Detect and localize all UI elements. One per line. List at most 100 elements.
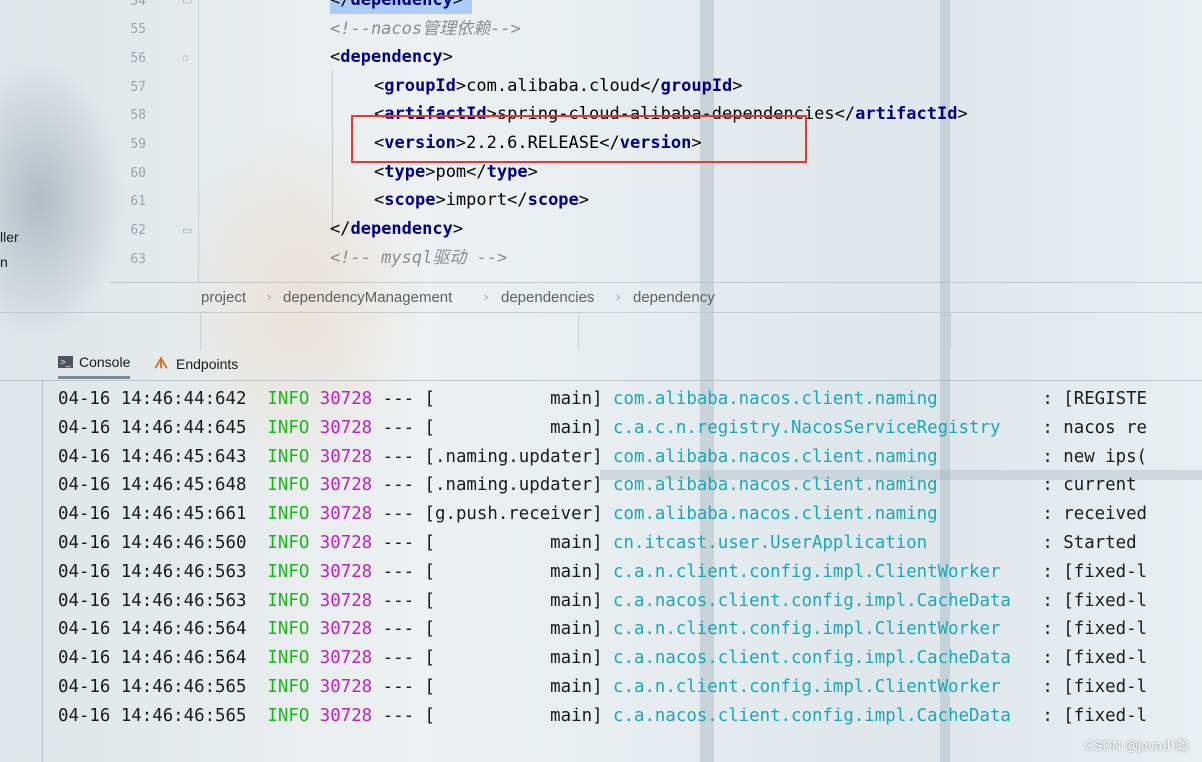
divider — [578, 313, 579, 349]
code-line-57[interactable]: <groupId>com.alibaba.cloud</groupId> — [374, 72, 743, 101]
console-log-line[interactable]: 04-16 14:46:44:642 INFO 30728 --- [ main… — [58, 385, 1147, 414]
log-message: : [fixed-l — [1042, 619, 1148, 640]
line-number: 58 — [130, 108, 146, 123]
log-message: : [fixed-l — [1042, 677, 1148, 697]
log-logger: c.a.nacos.client.config.impl.CacheData — [613, 705, 1032, 726]
log-level: INFO — [267, 504, 310, 525]
log-separator: --- — [382, 475, 415, 496]
console-icon: >_ — [58, 356, 73, 368]
log-separator: --- — [382, 648, 415, 669]
log-level: INFO — [267, 648, 310, 669]
log-logger: com.alibaba.nacos.client.naming — [613, 446, 1032, 467]
tool-window-tabs: >_ Console ᗑ Endpoints — [0, 348, 1202, 381]
console-log-line[interactable]: 04-16 14:46:45:643 INFO 30728 --- [.nami… — [58, 443, 1147, 472]
console-log-line[interactable]: 04-16 14:46:45:661 INFO 30728 --- [g.pus… — [58, 500, 1147, 529]
project-tree-fragment[interactable]: ller — [0, 229, 19, 245]
breadcrumb-item[interactable]: dependencyManagement — [283, 289, 452, 306]
code-line-61[interactable]: <scope>import</scope> — [374, 186, 589, 215]
log-level: INFO — [267, 677, 310, 697]
code-line-63[interactable]: <!-- mysql驱动 --> — [330, 244, 507, 273]
log-timestamp: 04-16 14:46:46:560 — [58, 533, 247, 553]
log-thread: [ main] — [424, 705, 603, 726]
log-timestamp: 04-16 14:46:46:563 — [58, 561, 247, 582]
log-separator: --- — [382, 446, 415, 467]
code-line-62[interactable]: </dependency> — [330, 215, 463, 244]
code-line-55[interactable]: <!--nacos管理依赖--> — [330, 15, 521, 44]
project-panel-edge[interactable]: ller n — [0, 0, 110, 282]
console-log-line[interactable]: 04-16 14:46:46:563 INFO 30728 --- [ main… — [58, 558, 1147, 587]
log-thread: [.naming.updater] — [424, 446, 603, 467]
log-timestamp: 04-16 14:46:46:565 — [58, 705, 247, 726]
breadcrumb-separator-icon: › — [484, 289, 489, 304]
fold-marker-icon[interactable]: ⌂ — [182, 52, 189, 64]
log-logger: com.alibaba.nacos.client.naming — [613, 475, 1032, 496]
log-logger: cn.itcast.user.UserApplication — [613, 533, 1032, 553]
log-level: INFO — [267, 619, 310, 640]
line-number: 63 — [130, 252, 146, 267]
tab-endpoints[interactable]: ᗑ Endpoints — [154, 348, 238, 379]
console-log-line[interactable]: 04-16 14:46:46:565 INFO 30728 --- [ main… — [58, 673, 1147, 702]
log-timestamp: 04-16 14:46:46:564 — [58, 648, 247, 669]
log-thread: [ main] — [424, 417, 603, 438]
console-log-line[interactable]: 04-16 14:46:46:564 INFO 30728 --- [ main… — [58, 644, 1147, 673]
log-thread: [ main] — [424, 619, 603, 640]
console-log-line[interactable]: 04-16 14:46:46:563 INFO 30728 --- [ main… — [58, 587, 1147, 616]
console-log-line[interactable]: 04-16 14:46:44:645 INFO 30728 --- [ main… — [58, 414, 1147, 443]
code-line-56[interactable]: <dependency> — [330, 43, 453, 72]
log-message: : current — [1042, 475, 1148, 496]
log-logger: c.a.n.client.config.impl.ClientWorker — [613, 561, 1032, 582]
divider — [950, 313, 951, 349]
project-tree-fragment[interactable]: n — [0, 254, 8, 270]
log-message: : [fixed-l — [1042, 648, 1148, 669]
fold-marker-icon[interactable]: ▭ — [182, 224, 192, 237]
log-logger: c.a.nacos.client.config.impl.CacheData — [613, 590, 1032, 611]
log-logger: com.alibaba.nacos.client.naming — [613, 504, 1032, 525]
log-separator: --- — [382, 619, 415, 640]
log-level: INFO — [267, 561, 310, 582]
log-timestamp: 04-16 14:46:46:565 — [58, 677, 247, 697]
log-thread: [ main] — [424, 590, 603, 611]
log-separator: --- — [382, 590, 415, 611]
divider — [200, 313, 201, 349]
console-gutter — [42, 381, 43, 762]
log-logger: c.a.c.n.registry.NacosServiceRegistry — [613, 417, 1032, 438]
line-number: 61 — [130, 194, 146, 209]
log-separator: --- — [382, 417, 415, 438]
console-log-line[interactable]: 04-16 14:46:46:564 INFO 30728 --- [ main… — [58, 615, 1147, 644]
log-separator: --- — [382, 705, 415, 726]
log-pid: 30728 — [319, 619, 373, 640]
code-line-54[interactable]: </dependency> — [330, 0, 463, 15]
console-log-line[interactable]: 04-16 14:46:46:565 INFO 30728 --- [ main… — [58, 702, 1147, 731]
log-pid: 30728 — [319, 417, 373, 438]
log-separator: --- — [382, 533, 415, 553]
breadcrumb-item[interactable]: dependency — [633, 289, 715, 306]
log-separator: --- — [382, 561, 415, 582]
log-pid: 30728 — [319, 475, 373, 496]
console-output[interactable]: 04-16 14:46:44:642 INFO 30728 --- [ main… — [0, 381, 1202, 762]
breadcrumb-item[interactable]: dependencies — [501, 289, 594, 306]
line-number: 56 — [130, 51, 146, 66]
tab-label: Console — [79, 354, 131, 370]
log-separator: --- — [382, 677, 415, 697]
log-logger: c.a.n.client.config.impl.ClientWorker — [613, 677, 1032, 697]
log-logger: c.a.n.client.config.impl.ClientWorker — [613, 619, 1032, 640]
log-separator: --- — [382, 504, 415, 525]
editor-gutter[interactable]: 54 55 56 57 58 59 60 61 62 63 ▭ ⌂ ▭ — [110, 0, 199, 282]
log-timestamp: 04-16 14:46:44:645 — [58, 417, 247, 438]
log-timestamp: 04-16 14:46:45:648 — [58, 475, 247, 496]
log-pid: 30728 — [319, 533, 373, 553]
log-timestamp: 04-16 14:46:46:564 — [58, 619, 247, 640]
fold-marker-icon[interactable]: ▭ — [182, 0, 192, 7]
log-timestamp: 04-16 14:46:46:563 — [58, 590, 247, 611]
console-log-line[interactable]: 04-16 14:46:46:560 INFO 30728 --- [ main… — [58, 529, 1147, 558]
log-logger: c.a.nacos.client.config.impl.CacheData — [613, 648, 1032, 669]
breadcrumb-item[interactable]: project — [201, 289, 246, 306]
tab-console[interactable]: >_ Console — [58, 348, 131, 379]
log-thread: [ main] — [424, 677, 603, 697]
console-log-line[interactable]: 04-16 14:46:45:648 INFO 30728 --- [.nami… — [58, 471, 1147, 500]
log-timestamp: 04-16 14:46:44:642 — [58, 389, 247, 409]
log-separator: --- — [382, 389, 415, 409]
log-level: INFO — [267, 389, 310, 409]
breadcrumb-separator-icon: › — [267, 289, 272, 304]
panel-splitter[interactable] — [0, 312, 1202, 349]
